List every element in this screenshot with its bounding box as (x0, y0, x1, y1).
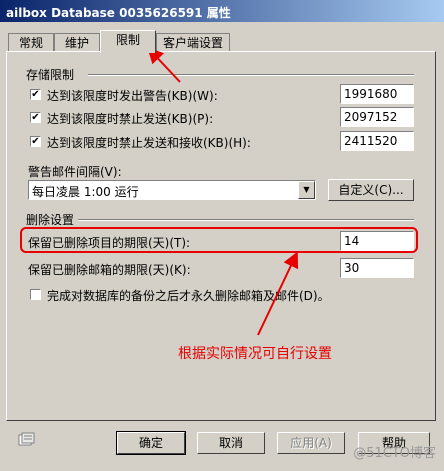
properties-page-icon (18, 432, 35, 446)
tab-limits[interactable]: 限制 (100, 30, 156, 53)
chevron-down-icon[interactable]: ▼ (298, 181, 315, 199)
mailbox-retention-field[interactable]: 30 (340, 258, 414, 278)
warning-interval-label: 警告邮件间隔(V): (28, 165, 122, 179)
customize-button[interactable]: 自定义(C)... (328, 179, 414, 201)
ok-button[interactable]: 确定 (116, 431, 186, 455)
warn-label: 达到该限度时发出警告(KB)(W): (47, 89, 218, 103)
warn-checkbox[interactable]: ✔ (30, 89, 41, 100)
title-bar: ailbox Database 0035626591 属性 (0, 0, 444, 22)
apply-button[interactable]: 应用(A) (277, 432, 345, 454)
cancel-button[interactable]: 取消 (197, 432, 265, 454)
warning-interval-value: 每日凌晨 1:00 运行 (32, 185, 139, 199)
prohibit-send-receive-field[interactable]: 2411520 (340, 131, 414, 151)
prohibit-send-label: 达到该限度时禁止发送(KB)(P): (47, 112, 214, 126)
tab-maintenance[interactable]: 维护 (54, 33, 100, 51)
backup-delete-label: 完成对数据库的备份之后才永久删除邮箱及邮件(D)。 (47, 289, 330, 303)
warn-limit-field[interactable]: 1991680 (340, 84, 414, 104)
tab-limits-label: 限制 (115, 33, 140, 47)
tab-client-settings-label: 客户端设置 (162, 36, 223, 50)
annotation-text: 根据实际情况可自行设置 (178, 346, 332, 362)
backup-delete-checkbox[interactable] (30, 289, 41, 300)
window-title: ailbox Database 0035626591 属性 (6, 6, 231, 20)
deletion-settings-label: 删除设置 (26, 213, 75, 227)
storage-limits-divider (88, 74, 414, 76)
deletion-settings-divider (78, 219, 414, 221)
prohibit-send-field[interactable]: 2097152 (340, 107, 414, 127)
storage-limits-label: 存储限制 (26, 68, 75, 82)
prohibit-send-receive-label: 达到该限度时禁止发送和接收(KB)(H): (47, 136, 251, 150)
annotation-highlight-box (20, 227, 418, 253)
check-icon: ✔ (31, 136, 40, 147)
tab-maintenance-label: 维护 (64, 36, 89, 50)
watermark: @51CTO博客 (353, 446, 436, 461)
mailbox-retention-label: 保留已删除邮箱的期限(天)(K): (28, 263, 191, 277)
warning-interval-select[interactable]: 每日凌晨 1:00 运行 ▼ (28, 180, 316, 200)
tab-client-settings[interactable]: 客户端设置 (156, 33, 230, 51)
check-icon: ✔ (31, 89, 40, 100)
prohibit-send-checkbox[interactable]: ✔ (30, 112, 41, 123)
check-icon: ✔ (31, 112, 40, 123)
prohibit-send-receive-checkbox[interactable]: ✔ (30, 136, 41, 147)
tab-general-label: 常规 (18, 36, 43, 50)
tab-strip: 常规 维护 限制 客户端设置 (6, 30, 436, 53)
tab-general[interactable]: 常规 (8, 33, 54, 51)
